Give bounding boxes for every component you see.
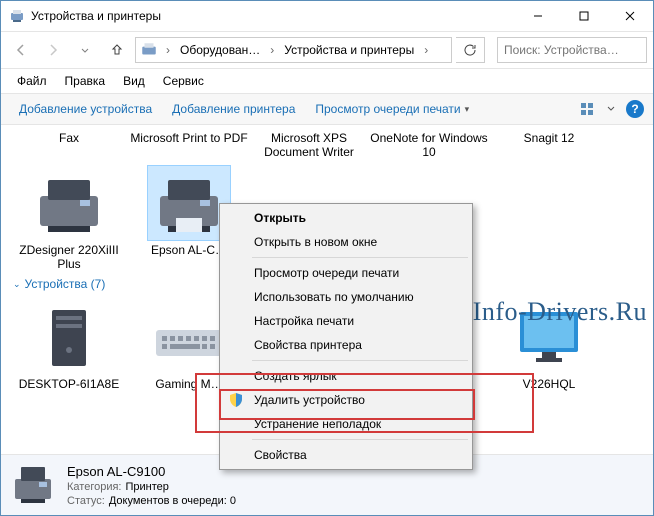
view-print-queue-button[interactable]: Просмотр очереди печати▾ [305, 98, 479, 120]
chevron-down-icon[interactable] [601, 99, 621, 119]
context-menu-item-create-shortcut[interactable]: Создать ярлык [222, 364, 470, 388]
close-button[interactable] [607, 1, 653, 31]
menu-tools[interactable]: Сервис [155, 72, 212, 90]
maximize-button[interactable] [561, 1, 607, 31]
context-menu-item-open-new-window[interactable]: Открыть в новом окне [222, 230, 470, 254]
toolbar: Добавление устройства Добавление принтер… [1, 93, 653, 125]
refresh-button[interactable] [456, 37, 485, 63]
menu-separator [252, 257, 468, 258]
help-button[interactable]: ? [625, 99, 645, 119]
context-menu-item-view-queue[interactable]: Просмотр очереди печати [222, 261, 470, 285]
context-menu-item-open[interactable]: Открыть [222, 206, 470, 230]
context-menu-item-properties[interactable]: Свойства [222, 443, 470, 467]
context-menu-item-printer-properties[interactable]: Свойства принтера [222, 333, 470, 357]
device-label: ZDesigner 220XiIII Plus [14, 243, 124, 271]
device-label[interactable]: Microsoft XPS Document Writer [249, 131, 369, 163]
minimize-button[interactable] [515, 1, 561, 31]
forward-button[interactable] [39, 36, 67, 64]
context-menu-item-remove-device[interactable]: Удалить устройство [222, 388, 470, 412]
device-label[interactable]: Snagit 12 [489, 131, 609, 163]
menu-file[interactable]: Файл [9, 72, 55, 90]
menu-edit[interactable]: Правка [57, 72, 114, 90]
context-menu-item-print-settings[interactable]: Настройка печати [222, 309, 470, 333]
add-device-button[interactable]: Добавление устройства [9, 98, 162, 120]
menu-separator [252, 360, 468, 361]
device-label: V226HQL [494, 377, 604, 391]
devices-printers-icon [140, 41, 158, 59]
devices-printers-icon [9, 8, 25, 24]
details-category-value: Принтер [125, 481, 168, 493]
context-menu-item-set-default[interactable]: Использовать по умолчанию [222, 285, 470, 309]
chevron-right-icon[interactable]: › [420, 43, 432, 57]
search-box[interactable] [497, 37, 647, 63]
chevron-right-icon[interactable]: › [162, 43, 174, 57]
device-item-monitor[interactable]: V226HQL [489, 299, 609, 391]
help-icon: ? [626, 100, 644, 118]
breadcrumb-segment[interactable]: Устройства и принтеры [280, 38, 418, 62]
chevron-down-icon: ▾ [465, 104, 470, 115]
device-label[interactable]: OneNote for Windows 10 [369, 131, 489, 163]
breadcrumb[interactable]: › Оборудован… › Устройства и принтеры › [135, 37, 452, 63]
breadcrumb-segment[interactable]: Оборудован… [176, 38, 264, 62]
monitor-icon [510, 302, 588, 372]
device-label[interactable]: Microsoft Print to PDF [129, 131, 249, 163]
menu-view[interactable]: Вид [115, 72, 153, 90]
menubar: Файл Правка Вид Сервис [1, 69, 653, 93]
context-menu-item-troubleshoot[interactable]: Устранение неполадок [222, 412, 470, 436]
keyboard-icon [150, 302, 228, 372]
chevron-down-icon: ⌄ [13, 279, 21, 290]
window-title: Устройства и принтеры [31, 9, 161, 23]
device-label: DESKTOP-6I1A8E [14, 377, 124, 391]
device-label[interactable]: Fax [9, 131, 129, 163]
printer-icon [150, 168, 228, 238]
details-status-label: Статус: [67, 495, 105, 507]
context-menu: Открыть Открыть в новом окне Просмотр оч… [219, 203, 473, 470]
window-controls [515, 1, 653, 31]
uac-shield-icon [228, 392, 244, 408]
view-options-button[interactable] [577, 99, 597, 119]
menu-separator [252, 439, 468, 440]
device-item-desktop[interactable]: DESKTOP-6I1A8E [9, 299, 129, 391]
titlebar: Устройства и принтеры [1, 1, 653, 31]
search-input[interactable] [502, 42, 642, 58]
add-printer-button[interactable]: Добавление принтера [162, 98, 305, 120]
printer-icon [30, 168, 108, 238]
printer-labels-row: Fax Microsoft Print to PDF Microsoft XPS… [1, 131, 653, 163]
navbar: › Оборудован… › Устройства и принтеры › [1, 31, 653, 69]
details-status-value: Документов в очереди: 0 [109, 495, 236, 507]
device-item-zdesigner[interactable]: ZDesigner 220XiIII Plus [9, 165, 129, 271]
chevron-right-icon[interactable]: › [266, 43, 278, 57]
printer-icon [9, 461, 57, 509]
back-button[interactable] [7, 36, 35, 64]
recent-button[interactable] [71, 36, 99, 64]
window: Устройства и принтеры › Оборудован… › Ус… [0, 0, 654, 516]
details-category-label: Категория: [67, 481, 121, 493]
up-button[interactable] [103, 36, 131, 64]
pc-tower-icon [30, 302, 108, 372]
details-name: Epson AL-C9100 [67, 464, 236, 479]
details-info: Epson AL-C9100 Категория: Принтер Статус… [67, 464, 236, 507]
